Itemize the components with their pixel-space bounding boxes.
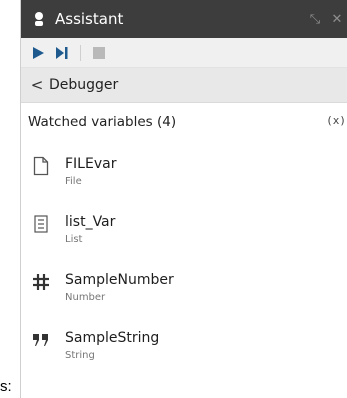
step-icon[interactable] (53, 44, 71, 62)
debug-toolbar (21, 38, 347, 68)
assistant-panel: Assistant ⤡ ✕ < Debugger Watched variabl… (20, 0, 347, 398)
variable-type: File (65, 176, 82, 187)
window-title: Assistant (55, 10, 124, 28)
variable-icon[interactable]: (x) (326, 114, 346, 127)
variable-type: Number (65, 292, 106, 303)
breadcrumb-bar: < Debugger (21, 68, 347, 103)
clipped-text: s: (0, 378, 12, 395)
collapse-icon[interactable]: ⤡ (304, 12, 326, 27)
stop-icon[interactable] (90, 44, 108, 62)
hash-icon (31, 271, 51, 293)
play-icon[interactable] (29, 44, 47, 62)
quote-icon (31, 329, 51, 351)
variable-name: FILEvar (65, 156, 117, 172)
close-icon[interactable]: ✕ (326, 12, 347, 27)
title-bar: Assistant ⤡ ✕ (21, 0, 347, 38)
variable-type: String (65, 350, 95, 361)
variable-type: List (65, 234, 83, 245)
list-item[interactable]: SampleString String (21, 315, 347, 373)
list-item[interactable]: FILEvar File (21, 141, 347, 199)
back-button[interactable]: < (25, 76, 49, 94)
watched-variables-header: Watched variables (4) (x) (21, 103, 347, 141)
section-title: Watched variables (4) (28, 114, 177, 130)
list-icon (31, 213, 51, 235)
toolbar-separator (80, 44, 81, 61)
variable-name: list_Var (65, 214, 116, 230)
list-item[interactable]: SampleNumber Number (21, 257, 347, 315)
assistant-icon (27, 11, 51, 27)
variable-name: SampleNumber (65, 272, 174, 288)
file-icon (31, 155, 51, 177)
page-title: Debugger (49, 77, 119, 93)
list-item[interactable]: list_Var List (21, 199, 347, 257)
variable-name: SampleString (65, 330, 160, 346)
